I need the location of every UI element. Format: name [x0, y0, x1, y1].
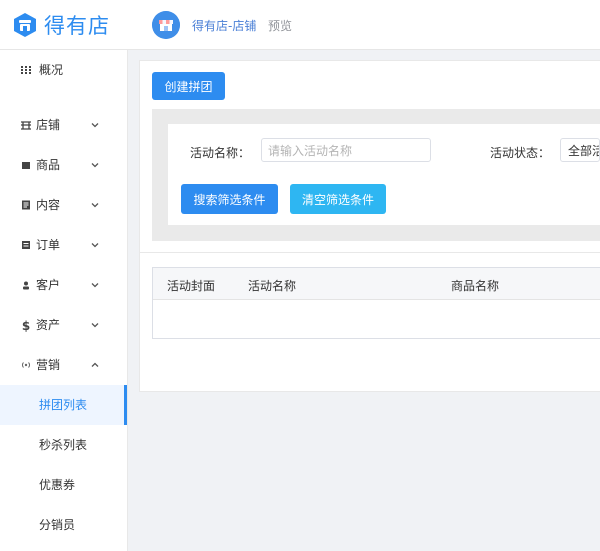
user-icon	[23, 281, 29, 290]
sidebar-item-label: 客户	[36, 278, 61, 292]
sidebar-subitem-distributors[interactable]: 分销员	[0, 505, 127, 545]
clear-filter-button[interactable]: 清空筛选条件	[290, 184, 386, 214]
sidebar-subitem-flash-sale-list[interactable]: 秒杀列表	[0, 425, 127, 465]
sidebar-subitem-coupons[interactable]: 优惠券	[0, 465, 127, 505]
shop-avatar[interactable]	[152, 11, 180, 39]
logo-text: 得有店	[44, 14, 110, 38]
sidebar-subitem-group-buy-list[interactable]: 拼团列表	[0, 385, 127, 425]
logo-icon	[14, 13, 36, 37]
logo[interactable]: 得有店	[12, 8, 110, 42]
sidebar-item-label: 资产	[36, 318, 61, 332]
sidebar-item-overview[interactable]: 概况	[0, 50, 127, 90]
sidebar-item-marketing[interactable]: 营销	[0, 345, 127, 385]
chevron-up-icon	[91, 362, 99, 367]
sidebar-item-customers[interactable]: 客户	[0, 265, 127, 305]
order-icon	[22, 241, 30, 249]
chevron-down-icon	[91, 323, 99, 328]
chevron-down-icon	[91, 283, 99, 288]
top-bar: 得有店 得有店-店铺 预览	[0, 0, 600, 50]
chevron-down-icon	[91, 203, 99, 208]
sidebar: 概况 店铺 商品 内容 订单 客户 $ 资产 营销 拼团列表 秒杀列表 优惠券 …	[0, 50, 128, 551]
sidebar-item-assets[interactable]: $ 资产	[0, 305, 127, 345]
column-header-product-name: 商品名称	[451, 279, 500, 293]
goods-icon	[22, 162, 30, 169]
sidebar-item-label: 内容	[36, 198, 61, 212]
sidebar-subitem-label: 拼团列表	[39, 398, 88, 412]
sidebar-subitem-label: 秒杀列表	[39, 438, 88, 452]
store-icon	[21, 121, 31, 130]
activity-name-label: 活动名称：	[190, 146, 251, 160]
create-group-buy-button[interactable]: 创建拼团	[152, 72, 225, 100]
chevron-down-icon	[91, 123, 99, 128]
sidebar-item-store[interactable]: 店铺	[0, 105, 127, 145]
grid-icon	[21, 66, 31, 74]
chevron-down-icon	[91, 243, 99, 248]
sidebar-item-label: 订单	[36, 238, 61, 252]
sidebar-item-content[interactable]: 内容	[0, 185, 127, 225]
broadcast-icon	[21, 362, 31, 368]
activity-table: 活动封面 活动名称 商品名称	[152, 267, 600, 339]
chevron-down-icon	[91, 163, 99, 168]
sidebar-subitem-label: 优惠券	[39, 478, 76, 492]
sidebar-item-label: 营销	[36, 358, 61, 372]
activity-name-input[interactable]: 请输入活动名称	[261, 138, 431, 162]
svg-text:$: $	[22, 319, 30, 332]
sidebar-item-label: 商品	[36, 158, 61, 172]
search-filter-button[interactable]: 搜索筛选条件	[181, 184, 278, 214]
sidebar-item-goods[interactable]: 商品	[0, 145, 127, 185]
column-header-activity-name: 活动名称	[248, 279, 297, 293]
shop-name-link[interactable]: 得有店-店铺	[192, 17, 256, 34]
preview-link[interactable]: 预览	[268, 17, 292, 34]
sidebar-item-label: 店铺	[36, 118, 61, 132]
activity-status-select[interactable]: 全部活动	[560, 138, 600, 162]
section-divider	[140, 252, 600, 253]
table-header: 活动封面 活动名称 商品名称	[153, 268, 600, 300]
shop-avatar-icon	[152, 11, 180, 39]
column-header-cover: 活动封面	[167, 279, 216, 293]
activity-status-label: 活动状态：	[490, 146, 551, 160]
content-icon	[22, 200, 30, 210]
sidebar-item-orders[interactable]: 订单	[0, 225, 127, 265]
active-indicator	[124, 385, 127, 425]
sidebar-subitem-label: 分销员	[39, 518, 76, 532]
dollar-icon: $	[22, 319, 30, 332]
sidebar-item-label: 概况	[39, 63, 64, 77]
